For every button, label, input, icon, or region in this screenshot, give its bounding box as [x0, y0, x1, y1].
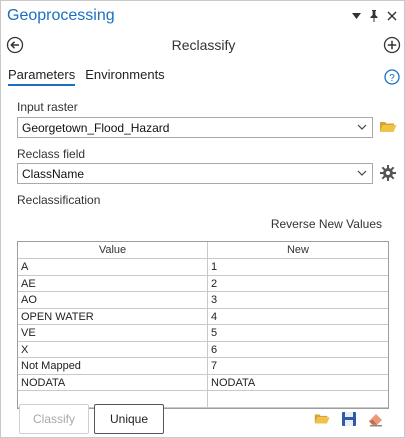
- tool-title: Reclassify: [171, 37, 236, 53]
- table-row[interactable]: AE 2: [18, 275, 388, 292]
- tab-strip: Parameters Environments: [8, 67, 165, 89]
- value-cell[interactable]: A: [18, 259, 208, 276]
- table-row[interactable]: VE 5: [18, 325, 388, 342]
- reclass-field-label: Reclass field: [17, 147, 86, 161]
- tool-header: Reclassify: [2, 31, 405, 59]
- table-header: Value New: [18, 242, 388, 259]
- reclass-field-value: ClassName: [22, 166, 85, 181]
- input-raster-dropdown[interactable]: Georgetown_Flood_Hazard: [17, 117, 373, 138]
- table-row[interactable]: A1: [18, 259, 388, 276]
- new-value-cell[interactable]: 7: [208, 358, 388, 375]
- close-icon[interactable]: [383, 7, 401, 25]
- table-row[interactable]: X6: [18, 341, 388, 358]
- new-value-cell[interactable]: 3: [208, 292, 388, 309]
- input-raster-value: Georgetown_Flood_Hazard: [22, 120, 170, 135]
- bottom-buttons: Classify Unique: [19, 404, 164, 434]
- save-icon[interactable]: [340, 410, 358, 428]
- value-cell[interactable]: NODATA: [18, 374, 208, 391]
- browse-folder-icon[interactable]: [378, 117, 398, 137]
- value-cell[interactable]: VE: [18, 325, 208, 342]
- new-value-cell[interactable]: 6: [208, 342, 388, 358]
- field-settings-gear-icon[interactable]: [378, 163, 398, 183]
- table-row[interactable]: Not Mapped 7: [18, 358, 388, 375]
- pane-title: Geoprocessing: [7, 7, 115, 24]
- new-value-cell[interactable]: 4: [208, 309, 388, 325]
- pin-icon[interactable]: [365, 7, 383, 25]
- tab-environments[interactable]: Environments: [85, 67, 164, 84]
- help-icon[interactable]: ?: [384, 69, 400, 85]
- reclassification-table: Value New A 1 AE 2 AO 3 OPEN WATER 4 VE 5 X 6 Not Ma…: [17, 241, 389, 409]
- new-value-cell[interactable]: 5: [208, 325, 388, 342]
- pane-title-bar: Geoprocessing: [2, 2, 405, 30]
- classify-button[interactable]: Classify: [19, 404, 89, 434]
- input-raster-label: Input raster: [17, 100, 78, 114]
- svg-text:?: ?: [389, 73, 395, 84]
- value-cell[interactable]: Not Mapped: [18, 358, 208, 375]
- reclassification-label: Reclassification: [17, 193, 101, 207]
- unique-button[interactable]: Unique: [94, 404, 164, 434]
- value-cell[interactable]: OPEN WATER: [18, 308, 208, 325]
- column-header-new[interactable]: New: [208, 242, 388, 259]
- chevron-down-icon: [356, 167, 368, 179]
- new-value-cell[interactable]: [208, 391, 388, 408]
- new-value-cell[interactable]: 2: [208, 276, 388, 292]
- eraser-icon[interactable]: [367, 410, 385, 428]
- pane-window-controls: [347, 7, 405, 25]
- load-folder-icon[interactable]: [313, 410, 331, 428]
- table-actions: [313, 410, 385, 428]
- geoprocessing-pane: Geoprocessing Reclassify Parameters Envi…: [0, 0, 405, 438]
- add-icon[interactable]: [379, 32, 405, 58]
- column-header-value[interactable]: Value: [18, 242, 208, 259]
- reverse-new-values-link[interactable]: Reverse New Values: [271, 217, 382, 231]
- value-cell[interactable]: AE: [18, 275, 208, 292]
- reclass-field-dropdown[interactable]: ClassName: [17, 163, 373, 184]
- value-cell[interactable]: X: [18, 341, 208, 358]
- tab-parameters[interactable]: Parameters: [8, 67, 76, 86]
- table-row[interactable]: OPEN WATER 4: [18, 308, 388, 325]
- table-row[interactable]: AO 3: [18, 292, 388, 309]
- chevron-down-icon: [356, 121, 368, 133]
- table-body: A 1 AE 2 AO 3 OPEN WATER 4 VE 5 X 6 Not Mapped 7 NODAT…: [18, 259, 388, 408]
- new-value-cell[interactable]: NODATA: [208, 375, 388, 391]
- value-cell[interactable]: AO: [18, 292, 208, 309]
- back-arrow-icon[interactable]: [2, 32, 28, 58]
- options-dropdown-icon[interactable]: [347, 7, 365, 25]
- table-row[interactable]: NODATA NODATA: [18, 374, 388, 391]
- new-value-cell[interactable]: 1: [208, 259, 388, 276]
